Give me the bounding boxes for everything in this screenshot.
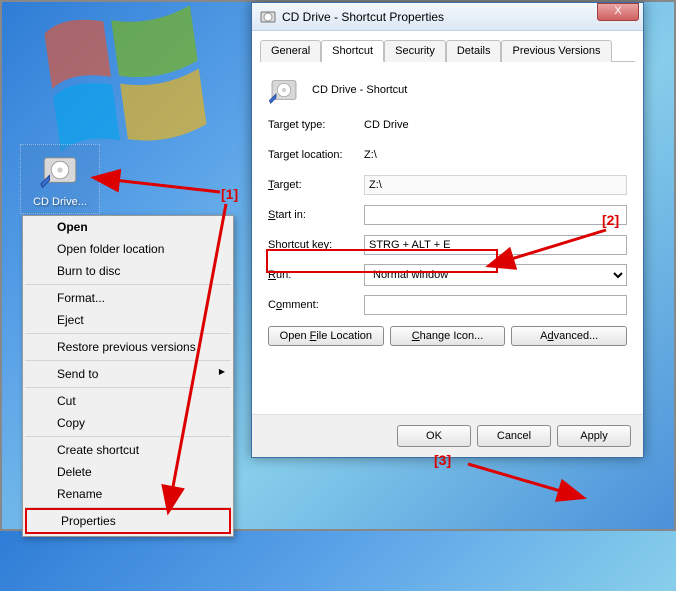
menu-item-cut[interactable]: Cut (23, 390, 233, 412)
menu-item-send-to[interactable]: Send to (23, 363, 233, 385)
target-type-label: Target type: (268, 119, 364, 131)
menu-separator (25, 333, 231, 334)
highlight-properties: Properties (25, 508, 231, 534)
menu-item-open[interactable]: Open (23, 216, 233, 238)
comment-label: Comment: (268, 299, 364, 311)
target-label: Target: (268, 179, 364, 191)
run-label: Run: (268, 269, 364, 281)
menu-item-restore-previous-versions[interactable]: Restore previous versions (23, 336, 233, 358)
open-file-location-button[interactable]: Open File Location (268, 326, 384, 346)
menu-separator (25, 436, 231, 437)
advanced-button[interactable]: Advanced... (511, 326, 627, 346)
tabs: GeneralShortcutSecurityDetailsPrevious V… (260, 39, 635, 62)
cd-drive-icon (39, 149, 81, 191)
tab-security[interactable]: Security (384, 40, 446, 62)
tab-body-shortcut: CD Drive - Shortcut Target type: CD Driv… (252, 62, 643, 360)
menu-item-rename[interactable]: Rename (23, 483, 233, 505)
menu-item-copy[interactable]: Copy (23, 412, 233, 434)
annotation-1: [1] (221, 186, 238, 202)
change-icon-button[interactable]: Change Icon... (390, 326, 506, 346)
shortcut-large-icon (268, 74, 300, 106)
shortcut-name[interactable]: CD Drive - Shortcut (312, 82, 627, 99)
run-select[interactable]: Normal window (364, 264, 627, 286)
target-location-label: Target location: (268, 149, 364, 161)
comment-input[interactable] (364, 295, 627, 315)
start-in-label: Start in: (268, 209, 364, 221)
close-button[interactable]: X (597, 3, 639, 21)
menu-item-burn-to-disc[interactable]: Burn to disc (23, 260, 233, 282)
apply-button[interactable]: Apply (557, 425, 631, 447)
properties-dialog: CD Drive - Shortcut Properties X General… (251, 2, 644, 458)
tab-general[interactable]: General (260, 40, 321, 62)
menu-item-eject[interactable]: Eject (23, 309, 233, 331)
ok-button[interactable]: OK (397, 425, 471, 447)
titlebar[interactable]: CD Drive - Shortcut Properties X (252, 3, 643, 31)
menu-separator (25, 387, 231, 388)
menu-item-open-folder-location[interactable]: Open folder location (23, 238, 233, 260)
target-input[interactable] (364, 175, 627, 195)
dialog-footer: OK Cancel Apply (252, 414, 643, 457)
start-in-input[interactable] (364, 205, 627, 225)
menu-separator (25, 360, 231, 361)
shortcut-key-label: Shortcut key: (268, 239, 364, 251)
target-location-value: Z:\ (364, 149, 627, 161)
menu-item-properties[interactable]: Properties (27, 510, 229, 532)
menu-separator (25, 284, 231, 285)
shortcut-key-input[interactable] (364, 235, 627, 255)
target-type-value: CD Drive (364, 119, 627, 131)
dialog-title: CD Drive - Shortcut Properties (282, 10, 639, 24)
tab-details[interactable]: Details (446, 40, 502, 62)
dialog-icon (260, 9, 276, 25)
tab-previous-versions[interactable]: Previous Versions (501, 40, 611, 62)
context-menu: OpenOpen folder locationBurn to disc Form… (22, 215, 234, 537)
cancel-button[interactable]: Cancel (477, 425, 551, 447)
menu-item-delete[interactable]: Delete (23, 461, 233, 483)
desktop-shortcut-icon[interactable]: CD Drive... (20, 144, 100, 214)
menu-item-create-shortcut[interactable]: Create shortcut (23, 439, 233, 461)
desktop-shortcut-label: CD Drive... (25, 196, 95, 208)
menu-item-format[interactable]: Format... (23, 287, 233, 309)
tab-shortcut[interactable]: Shortcut (321, 40, 384, 62)
